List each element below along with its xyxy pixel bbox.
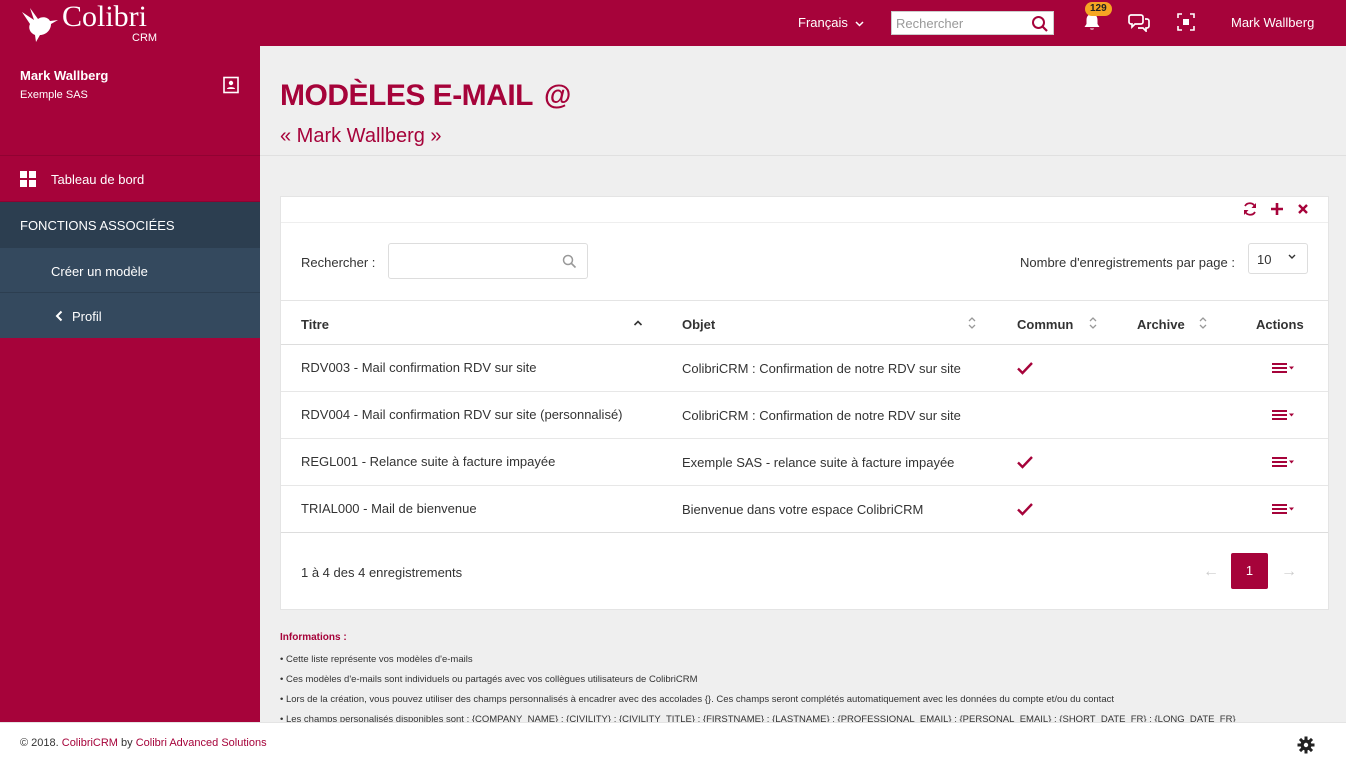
check-icon [1017,362,1033,375]
pagination-prev[interactable]: ← [1203,563,1219,581]
table-search-label: Rechercher : [301,255,376,270]
cell-objet: ColibriCRM : Confirmation de notre RDV s… [682,361,961,376]
actions-menu-icon[interactable] [1271,502,1295,516]
sidebar-item-label: Tableau de bord [51,172,145,187]
search-icon [562,254,577,269]
column-header-actions: Actions [1256,317,1304,332]
column-header-commun[interactable]: Commun [1017,317,1073,332]
table-info: 1 à 4 des 4 enregistrements [301,565,463,580]
search-icon[interactable] [1031,15,1049,33]
per-page-label: Nombre d'enregistrements par page : [1020,255,1235,270]
language-label: Français [798,15,848,30]
cell-titre: TRIAL000 - Mail de bienvenue [301,501,477,516]
page-title: MODÈLES E-MAIL [280,79,534,112]
sidebar-section-header: FONCTIONS ASSOCIÉES [0,202,260,248]
cell-objet: Bienvenue dans votre espace ColibriCRM [682,502,924,517]
footer-product-link[interactable]: ColibriCRM [62,737,118,749]
sidebar-item-profile[interactable]: Profil [0,293,260,338]
footer-by: by [117,737,136,749]
top-search [891,11,1054,35]
footer-text: © 2018. ColibriCRM by Colibri Advanced S… [20,737,267,749]
check-icon [1017,503,1033,516]
cell-titre: RDV004 - Mail confirmation RDV sur site … [301,407,623,422]
per-page-select[interactable]: 10 [1248,243,1308,274]
footer-copyright: © 2018. [20,737,62,749]
actions-menu-icon[interactable] [1271,361,1295,375]
table-search [388,243,588,279]
top-bar: Colibri CRM Français 129 Mark Wallberg [0,0,1346,46]
grid-icon [20,171,36,187]
sidebar-item-create-template[interactable]: Créer un modèle [0,248,260,293]
sort-icon[interactable] [1088,316,1098,330]
page-header: MODÈLES E-MAIL @ « Mark Wallberg » [260,46,1346,156]
cell-objet: ColibriCRM : Confirmation de notre RDV s… [682,408,961,423]
sort-icon[interactable] [967,316,977,330]
templates-panel: Rechercher : Nombre d'enregistrements pa… [280,196,1329,610]
notifications-badge: 129 [1085,2,1112,16]
panel-toolbar [281,197,1328,223]
close-icon[interactable] [1295,201,1311,217]
fullscreen-icon[interactable] [1177,13,1195,31]
logo[interactable]: Colibri CRM [20,0,180,44]
table-row[interactable]: REGL001 - Relance suite à facture impayé… [281,439,1328,486]
chat-icon[interactable] [1128,12,1150,32]
table-row[interactable]: RDV004 - Mail confirmation RDV sur site … [281,392,1328,439]
footer-company-link[interactable]: Colibri Advanced Solutions [136,737,267,749]
sidebar-section-label: FONCTIONS ASSOCIÉES [20,218,175,233]
per-page-value: 10 [1257,252,1272,267]
informations-line: • Ces modèles d'e-mails sont individuels… [280,674,698,685]
language-selector[interactable]: Français [798,15,865,30]
table-row[interactable]: TRIAL000 - Mail de bienvenue Bienvenue d… [281,486,1328,533]
plus-icon[interactable] [1269,201,1285,217]
pagination-next[interactable]: → [1281,563,1297,581]
table-search-input[interactable] [389,244,554,278]
top-search-input[interactable] [892,12,1022,34]
chevron-left-icon [55,310,63,322]
column-header-titre[interactable]: Titre [301,317,329,332]
chevron-down-icon [855,21,865,27]
top-user-name[interactable]: Mark Wallberg [1231,15,1314,30]
table-row[interactable]: RDV003 - Mail confirmation RDV sur site … [281,345,1328,392]
cell-objet: Exemple SAS - relance suite à facture im… [682,455,955,470]
informations-line: • Lors de la création, vous pouvez utili… [280,694,1114,705]
at-icon: @ [544,79,572,110]
sort-icon[interactable] [1198,316,1208,330]
gear-icon[interactable] [1297,736,1315,754]
refresh-icon[interactable] [1242,201,1258,217]
sidebar: Mark Wallberg Exemple SAS Tableau de bor… [0,46,260,722]
actions-menu-icon[interactable] [1271,408,1295,422]
page-subtitle: « Mark Wallberg » [280,125,442,147]
cell-titre: REGL001 - Relance suite à facture impayé… [301,454,556,469]
brand-name: Colibri [62,0,148,33]
chevron-down-icon [1288,254,1296,259]
sidebar-item-label: Profil [72,309,102,324]
sort-asc-icon[interactable] [633,316,643,330]
sidebar-user-name: Mark Wallberg [20,68,109,83]
sidebar-company: Exemple SAS [20,89,88,101]
sidebar-item-dashboard[interactable]: Tableau de bord [0,156,260,202]
column-header-archive[interactable]: Archive [1137,317,1185,332]
footer: © 2018. ColibriCRM by Colibri Advanced S… [0,722,1346,764]
cell-titre: RDV003 - Mail confirmation RDV sur site [301,360,537,375]
pagination-page-current[interactable]: 1 [1231,553,1268,589]
informations-line: • Cette liste représente vos modèles d'e… [280,654,473,665]
brand-sub: CRM [132,32,158,44]
actions-menu-icon[interactable] [1271,455,1295,469]
column-header-objet[interactable]: Objet [682,317,715,332]
informations-title: Informations : [280,632,347,643]
hummingbird-icon [22,8,58,42]
contact-card-icon[interactable] [222,76,240,94]
sidebar-item-label: Créer un modèle [51,264,148,279]
table-header: Titre Objet Commun Archive Actions [281,300,1328,345]
check-icon [1017,456,1033,469]
